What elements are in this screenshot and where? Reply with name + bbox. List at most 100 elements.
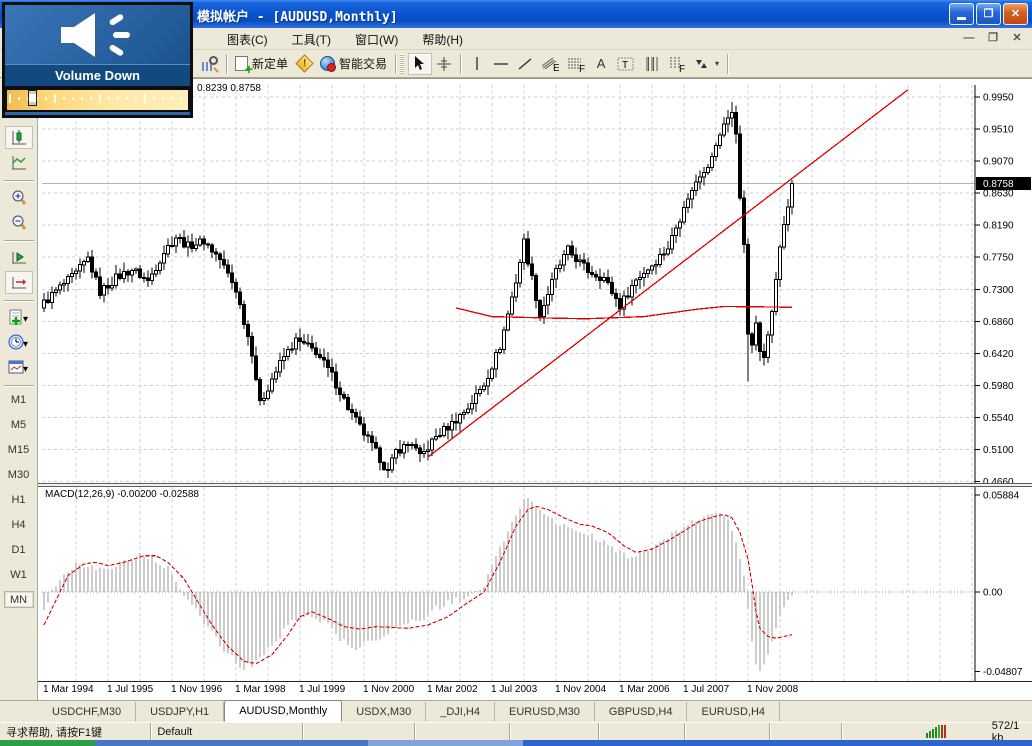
status-empty-segments <box>303 723 842 741</box>
minimize-button[interactable] <box>949 3 974 25</box>
tab-GBPUSD,H4[interactable]: GBPUSD,H4 <box>595 702 688 721</box>
tab-AUDUSD,Monthly[interactable]: AUDUSD,Monthly <box>224 700 342 722</box>
text-a-icon: A <box>597 56 606 71</box>
date-axis-label: 1 Jul 1995 <box>107 684 153 695</box>
macd-axis-label: 0.00 <box>983 588 1003 599</box>
equidistant-channel-tool-button[interactable]: E <box>537 53 563 75</box>
start-button-sliver[interactable] <box>0 740 95 746</box>
timeframe-button-M5[interactable]: M5 <box>4 416 34 433</box>
menu-item-tools[interactable]: 工具(T) <box>280 29 343 50</box>
close-button[interactable]: ✕ <box>1003 3 1028 25</box>
templates-button[interactable]: ▾ <box>5 356 33 379</box>
volume-slider-track[interactable] <box>5 88 190 112</box>
timeframe-button-H4[interactable]: H4 <box>4 516 34 533</box>
macd-axis-label: 0.05884 <box>983 491 1020 502</box>
status-empty-segment <box>770 723 842 741</box>
cycle-lines-tool-button[interactable] <box>639 53 663 75</box>
price-axis-label: 0.7750 <box>983 253 1014 264</box>
fibonacci-timezones-tool-button[interactable]: F <box>663 53 689 75</box>
timeframe-button-M15[interactable]: M15 <box>4 441 34 458</box>
timeframe-button-M30[interactable]: M30 <box>4 466 34 483</box>
horizontal-line-tool-button[interactable] <box>489 53 513 75</box>
new-order-button[interactable]: 新定单 <box>231 53 292 75</box>
tab-USDX,M30[interactable]: USDX,M30 <box>342 702 426 721</box>
price-axis-label: 0.5100 <box>983 445 1014 456</box>
line-chart-button[interactable] <box>5 151 33 174</box>
timeframe-button-D1[interactable]: D1 <box>4 541 34 558</box>
window-title: 模拟帐户 - [AUDUSD,Monthly] <box>197 6 398 25</box>
indicators-button[interactable]: ▾ <box>5 306 33 329</box>
zoom-in-button[interactable] <box>5 186 33 209</box>
auto-scroll-button[interactable] <box>5 246 33 269</box>
restore-icon: ❐ <box>984 8 994 20</box>
menu-item-window[interactable]: 窗口(W) <box>343 29 410 50</box>
child-restore-button[interactable]: ❐ <box>984 31 1002 47</box>
crosshair-icon <box>436 56 452 72</box>
price-axis-label: 0.5540 <box>983 413 1014 424</box>
timeframe-button-W1[interactable]: W1 <box>4 566 34 583</box>
vertical-line-icon <box>470 56 484 71</box>
cycle-lines-icon <box>643 56 659 72</box>
zoom-out-button[interactable] <box>5 211 33 234</box>
timeframe-button-H1[interactable]: H1 <box>4 491 34 508</box>
price-axis-label: 0.9510 <box>983 125 1014 136</box>
price-axis-label: 0.9070 <box>983 157 1014 168</box>
date-axis-label: 1 Mar 1994 <box>43 684 94 695</box>
tick-chart-icon <box>202 56 218 72</box>
arrows-dropdown-icon[interactable]: ▾ <box>715 59 719 68</box>
svg-text:▾: ▾ <box>23 364 28 375</box>
date-axis-label: 1 Mar 2002 <box>427 684 478 695</box>
cursor-tool-button[interactable] <box>408 53 432 75</box>
price-axis-label: 0.5980 <box>983 381 1014 392</box>
chart-shift-icon <box>10 274 28 292</box>
date-axis-label: 1 Jul 1999 <box>299 684 345 695</box>
volume-osd-label: Volume Down <box>5 65 190 88</box>
crosshair-tool-button[interactable] <box>432 53 456 75</box>
timeframe-button-M1[interactable]: M1 <box>4 391 34 408</box>
candlestick-chart-button[interactable] <box>5 126 33 149</box>
menu-item-chart[interactable]: 图表(C) <box>215 29 280 50</box>
tab-USDCHF,M30[interactable]: USDCHF,M30 <box>38 702 136 721</box>
date-axis-label: 1 Jul 2007 <box>683 684 729 695</box>
svg-text:0.8758: 0.8758 <box>983 179 1014 190</box>
svg-text:▾: ▾ <box>23 339 28 350</box>
price-chart-panel[interactable]: 0.99500.95100.90700.86300.81900.77500.73… <box>42 85 1032 483</box>
status-template-name: Default <box>151 723 302 741</box>
menu-item-help[interactable]: 帮助(H) <box>410 29 475 50</box>
price-axis-label: 0.9950 <box>983 93 1014 104</box>
expert-advisors-button[interactable]: 智能交易 <box>316 53 391 75</box>
tab-USDJPY,H1[interactable]: USDJPY,H1 <box>136 702 224 721</box>
restore-button[interactable]: ❐ <box>976 3 1001 25</box>
tab-EURUSD,H4[interactable]: EURUSD,H4 <box>687 702 780 721</box>
vertical-line-tool-button[interactable] <box>465 53 489 75</box>
timeframe-buttons: M1 M5 M15 M30 H1 H4 D1 W1 MN <box>4 391 34 616</box>
text-label-tool-button[interactable]: T <box>613 53 639 75</box>
alert-button[interactable]: ! <box>292 53 316 75</box>
date-axis-label: 1 Mar 2006 <box>619 684 670 695</box>
fibonacci-retracement-tool-button[interactable]: F <box>563 53 589 75</box>
text-tool-button[interactable]: A <box>589 53 613 75</box>
volume-slider-handle[interactable] <box>28 90 37 106</box>
channel-icon: E <box>541 56 559 72</box>
tab-EURUSD,M30[interactable]: EURUSD,M30 <box>495 702 595 721</box>
status-bar: 寻求帮助, 请按F1键 Default 572/1 kb <box>0 722 1032 740</box>
macd-label: MACD(12,26,9) -0.00200 -0.02588 <box>45 489 199 500</box>
tab-_DJI,H4[interactable]: _DJI,H4 <box>426 702 495 721</box>
date-axis-label: 1 Nov 1996 <box>171 684 222 695</box>
auto-scroll-icon <box>10 249 28 267</box>
trendline-tool-button[interactable] <box>513 53 537 75</box>
chart-shift-button[interactable] <box>5 271 33 294</box>
tick-chart-button[interactable] <box>198 53 222 75</box>
child-close-button[interactable]: ✕ <box>1008 31 1026 47</box>
toolbar-gripper[interactable] <box>400 54 404 74</box>
text-label-icon: T <box>617 56 635 72</box>
periods-button[interactable]: ▾ <box>5 331 33 354</box>
timeframe-button-MN[interactable]: MN <box>4 591 34 608</box>
price-axis-label: 0.6860 <box>983 317 1014 328</box>
status-empty-segment <box>415 723 510 741</box>
child-minimize-button[interactable]: — <box>960 31 978 47</box>
status-empty-segment <box>685 723 770 741</box>
arrows-tool-button[interactable]: ▾ <box>689 53 723 75</box>
menu-items: 图表(C)工具(T)窗口(W)帮助(H) <box>215 28 475 50</box>
macd-indicator-panel[interactable]: 0.058840.00-0.04807 <box>42 487 1032 681</box>
